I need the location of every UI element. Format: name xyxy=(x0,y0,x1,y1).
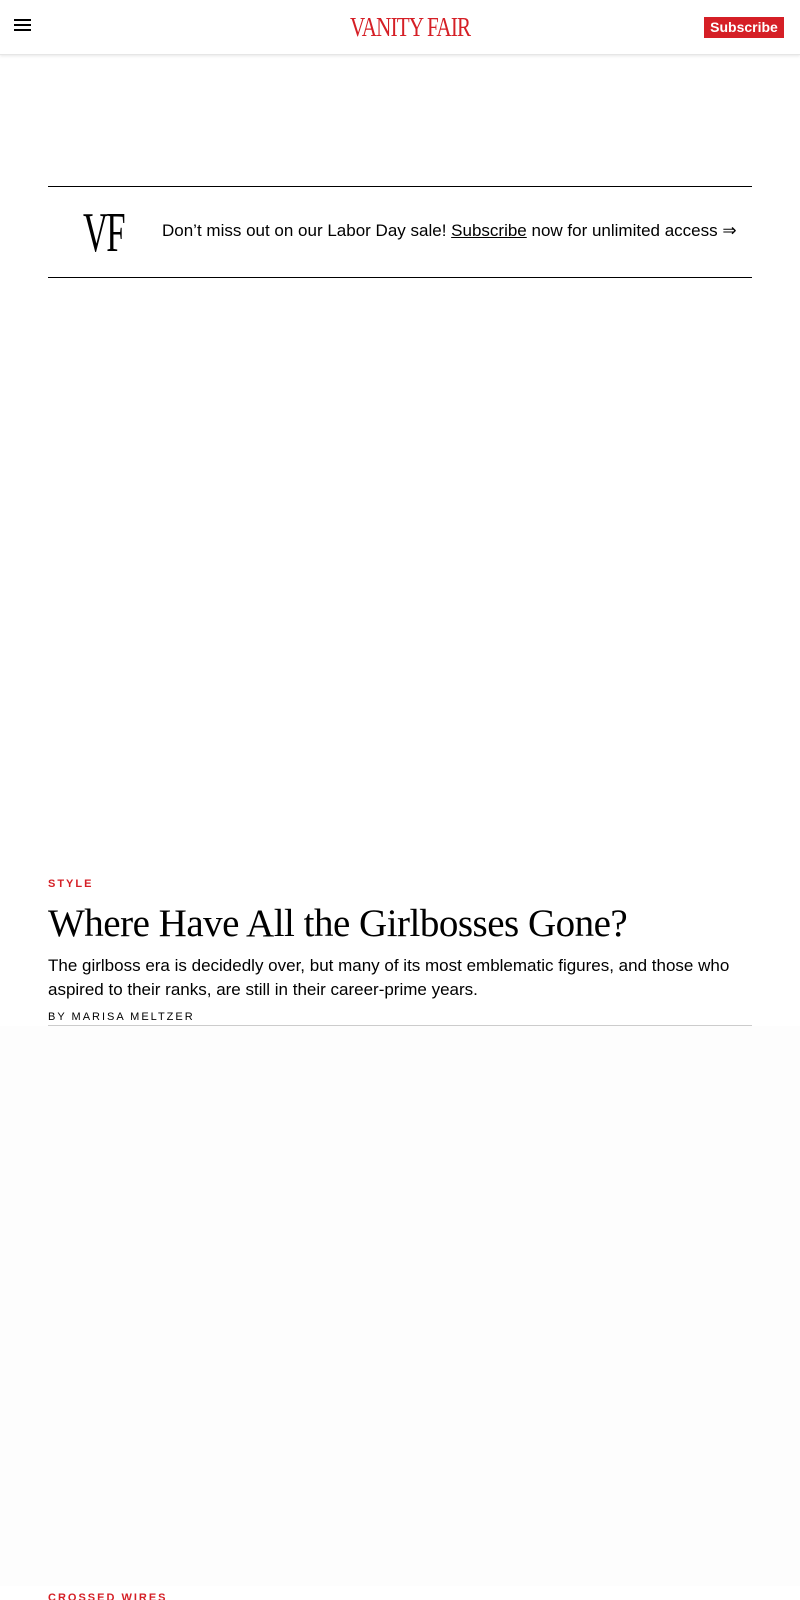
next-article-image[interactable] xyxy=(0,1026,800,1586)
vanity-fair-logo[interactable]: VANITY FAIR xyxy=(350,12,471,42)
byline: BY MARISA MELTZER xyxy=(48,1011,752,1026)
article-dek: The girlboss era is decidedly over, but … xyxy=(48,956,730,999)
next-section-label[interactable]: CROSSED WIRES xyxy=(48,1592,168,1600)
promo-subscribe-link[interactable]: Subscribe xyxy=(451,221,527,240)
author-link[interactable]: MARISA MELTZER xyxy=(72,1011,195,1023)
promo-text-after: now for unlimited access ⇒ xyxy=(526,221,737,240)
article-card: STYLE Where Have All the Girlbosses Gone… xyxy=(48,878,752,1026)
promo-text-before: Don’t miss out on our Labor Day sale! xyxy=(162,221,452,240)
top-navigation-bar: VANITY FAIR Subscribe xyxy=(0,0,800,55)
subscribe-button[interactable]: Subscribe xyxy=(704,17,784,38)
hamburger-menu-icon[interactable] xyxy=(14,17,34,37)
promo-message: Don’t miss out on our Labor Day sale! Su… xyxy=(162,221,737,241)
subscription-promo-banner: VF Don’t miss out on our Labor Day sale!… xyxy=(48,186,752,278)
byline-prefix: BY xyxy=(48,1011,72,1023)
article-hero-image[interactable] xyxy=(0,278,800,868)
section-label[interactable]: STYLE xyxy=(48,878,752,890)
vf-monogram-logo: VF xyxy=(83,202,126,264)
article-title[interactable]: Where Have All the Girlbosses Gone? xyxy=(48,902,752,946)
